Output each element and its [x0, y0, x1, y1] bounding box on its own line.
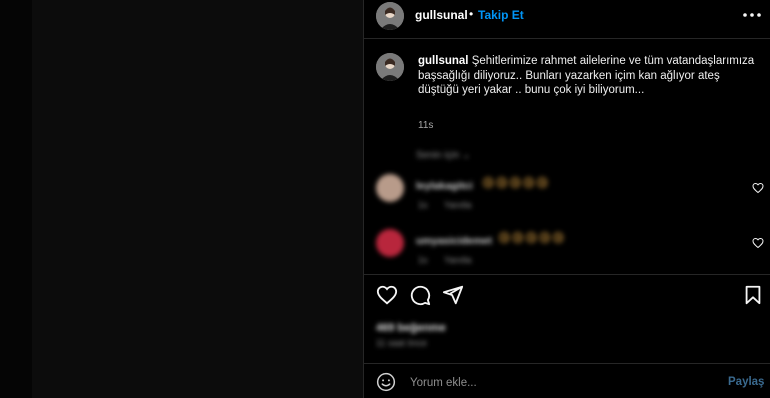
- comment-avatar[interactable]: [376, 174, 404, 202]
- comment-username[interactable]: leylakagitci: [416, 180, 473, 192]
- chevron-down-icon: ⌄: [462, 150, 471, 161]
- share-comment-button[interactable]: Paylaş: [728, 376, 764, 388]
- comment-meta: 1s Yanıtla: [418, 255, 471, 265]
- caption-body: Şehitlerimize rahmet ailelerine ve tüm v…: [418, 55, 755, 96]
- comment-time[interactable]: 1s: [418, 200, 428, 210]
- send-icon[interactable]: [442, 284, 464, 306]
- post-header: gullsunal • Takip Et: [364, 0, 770, 39]
- caption-avatar[interactable]: [376, 53, 404, 81]
- comment-item: umyasicidemet 😢😢😢😢😢 1s Yanıtla: [364, 229, 770, 273]
- translation-toggle[interactable]: Senin için ⌄: [416, 150, 471, 161]
- translation-label: Senin için: [416, 150, 460, 161]
- post-media-area: [0, 0, 363, 398]
- comment-avatar[interactable]: [376, 229, 404, 257]
- comment-like-heart-icon[interactable]: [752, 182, 764, 194]
- caption-username[interactable]: gullsunal: [418, 55, 468, 67]
- comment-time[interactable]: 1s: [418, 255, 428, 265]
- comment-text: 😢😢😢😢😢: [482, 176, 550, 190]
- follow-button[interactable]: Takip Et: [478, 8, 524, 22]
- action-bar: [364, 284, 770, 312]
- more-horizontal-icon[interactable]: [740, 8, 764, 22]
- caption-text: gullsunal Şehitlerimize rahmet ailelerin…: [418, 54, 758, 98]
- comment-meta: 1s Yanıtla: [418, 200, 471, 210]
- post-side-panel: gullsunal • Takip Et gullsunal Şehitleri…: [364, 0, 770, 398]
- comment-text: 😢😢😢😢😢: [498, 231, 566, 245]
- post-image[interactable]: [32, 0, 363, 398]
- comment-form: Paylaş: [364, 364, 770, 398]
- separator-dot: •: [469, 7, 474, 21]
- reply-button[interactable]: Yanıtla: [444, 255, 471, 265]
- comment-input[interactable]: [408, 372, 712, 394]
- post-timestamp[interactable]: 11 saat önce: [376, 338, 427, 348]
- author-avatar[interactable]: [376, 2, 404, 30]
- emoji-icon[interactable]: [376, 372, 396, 392]
- comment-icon[interactable]: [409, 284, 431, 306]
- author-username[interactable]: gullsunal: [415, 8, 468, 22]
- comment-item: leylakagitci 😢😢😢😢😢 1s Yanıtla: [364, 174, 770, 218]
- like-count[interactable]: 469 beğenme: [376, 322, 446, 334]
- bookmark-icon[interactable]: [742, 284, 764, 306]
- reply-button[interactable]: Yanıtla: [444, 200, 471, 210]
- comment-username[interactable]: umyasicidemet: [416, 235, 492, 247]
- actions-divider: [364, 274, 770, 275]
- caption-time[interactable]: 11s: [418, 120, 433, 131]
- comment-like-heart-icon[interactable]: [752, 237, 764, 249]
- heart-icon[interactable]: [376, 284, 398, 306]
